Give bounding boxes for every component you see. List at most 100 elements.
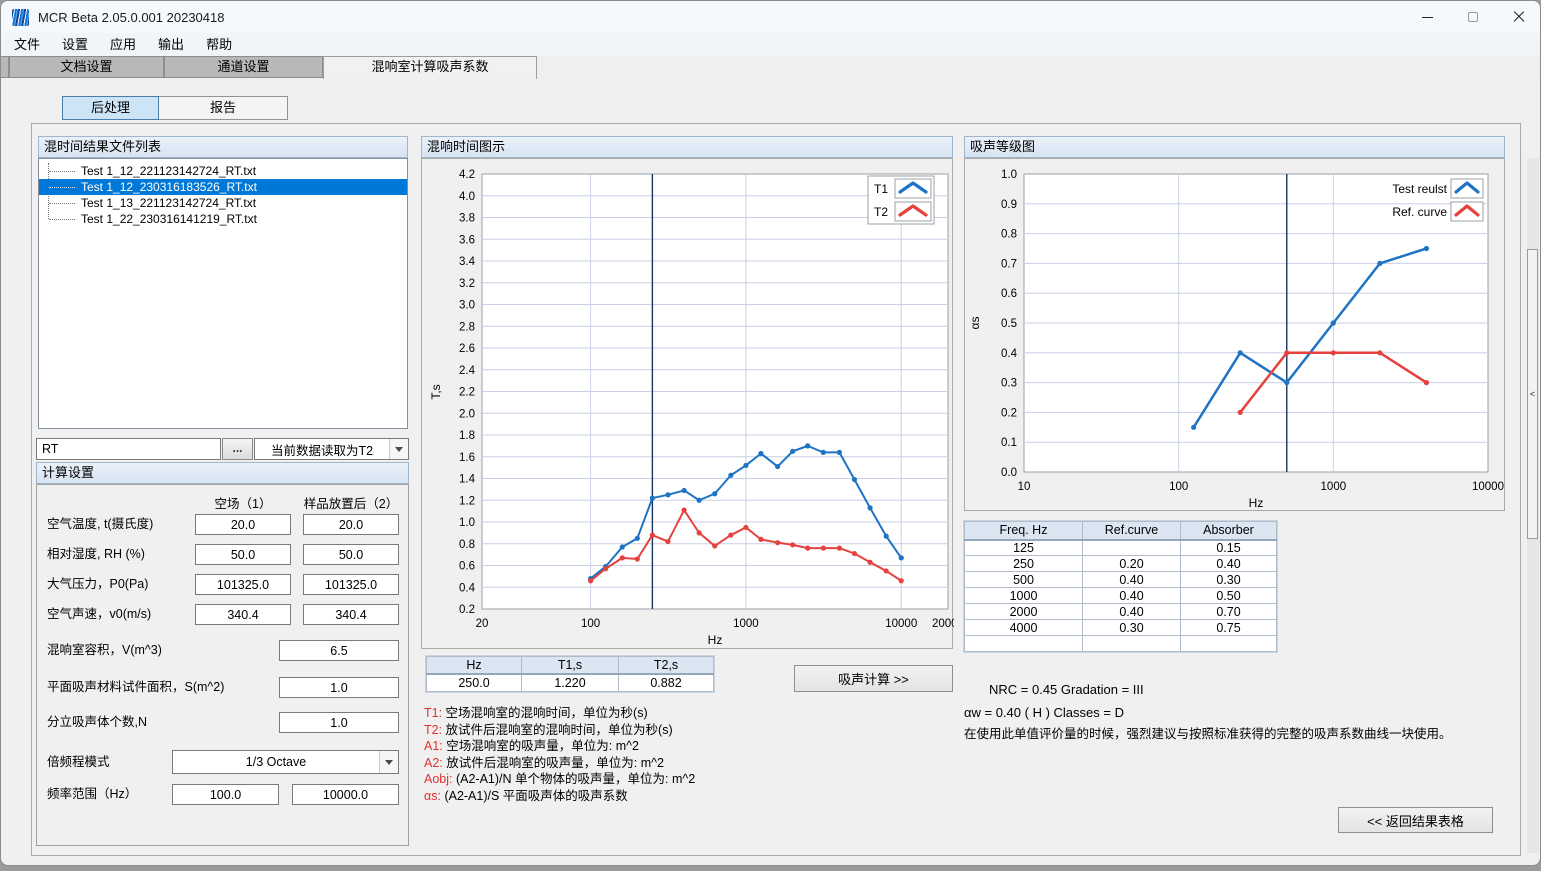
tree-branch-icon	[49, 187, 75, 188]
back-to-results-button[interactable]: << 返回结果表格	[1338, 807, 1493, 833]
subtab-2[interactable]: 报告	[158, 96, 288, 120]
svg-text:T,s: T,s	[429, 384, 443, 399]
svg-text:10: 10	[1018, 481, 1031, 493]
note-line: A1: 空场混响室的吸声量，单位为: m^2	[424, 738, 695, 755]
svg-text:1.6: 1.6	[459, 452, 475, 464]
table-row: 5000.400.30	[965, 572, 1277, 588]
app-window: MCR Beta 2.05.0.001 20230418 文件设置应用输出帮助 …	[0, 0, 1541, 866]
menu-item-4[interactable]: 输出	[147, 33, 195, 56]
tab-3[interactable]: 混响室计算吸声系数	[323, 56, 537, 79]
maximize-button[interactable]	[1450, 1, 1496, 33]
menu-item-3[interactable]: 应用	[99, 33, 147, 56]
file-list-item[interactable]: Test 1_12_221123142724_RT.txt	[39, 163, 407, 179]
calc-input[interactable]	[195, 574, 291, 595]
minimize-button[interactable]	[1404, 1, 1450, 33]
svg-text:20: 20	[476, 618, 489, 630]
calc-input[interactable]	[279, 640, 399, 661]
table-cell	[1083, 540, 1181, 556]
maximize-icon	[1468, 12, 1478, 22]
svg-text:3.0: 3.0	[459, 300, 475, 312]
collapse-panel-button[interactable]: <	[1527, 249, 1538, 539]
tab-bar: 文档设置通道设置混响室计算吸声系数	[1, 56, 1541, 79]
svg-text:3.2: 3.2	[459, 278, 475, 290]
svg-text:3.8: 3.8	[459, 213, 475, 225]
subtab-1[interactable]: 后处理	[62, 96, 159, 120]
menu-item-1[interactable]: 文件	[3, 33, 51, 56]
menu-item-2[interactable]: 设置	[51, 33, 99, 56]
svg-text:3.6: 3.6	[459, 234, 475, 246]
calc-input[interactable]	[195, 544, 291, 565]
svg-text:1.2: 1.2	[459, 495, 475, 507]
tab-stub	[1, 56, 9, 78]
calc-input[interactable]	[303, 604, 399, 625]
svg-text:1.0: 1.0	[459, 517, 475, 529]
calc-input[interactable]	[303, 544, 399, 565]
svg-text:1.8: 1.8	[459, 430, 475, 442]
table-cell: 0.70	[1181, 604, 1277, 620]
svg-text:Ref. curve: Ref. curve	[1392, 205, 1447, 219]
calc-input[interactable]	[279, 712, 399, 733]
calc-input[interactable]	[195, 604, 291, 625]
table-cell: 250.0	[427, 674, 522, 692]
absorption-grade-chart: 0.00.10.20.30.40.50.60.70.80.91.01010010…	[964, 158, 1505, 511]
calc-row-label: 大气压力，P0(Pa)	[47, 574, 148, 595]
alpha-w-result-line: αw = 0.40 ( H ) Classes = D	[964, 705, 1124, 720]
svg-text:1.0: 1.0	[1001, 169, 1017, 181]
file-list-item[interactable]: Test 1_12_230316183526_RT.txt	[39, 179, 407, 195]
svg-text:0.4: 0.4	[459, 582, 476, 594]
menu-item-5[interactable]: 帮助	[195, 33, 243, 56]
rt-chart-panel-title: 混响时间图示	[421, 136, 953, 158]
table-row: 250.01.2200.882	[427, 674, 714, 692]
freq-max-input[interactable]	[292, 784, 399, 805]
svg-text:0.3: 0.3	[1001, 378, 1017, 390]
svg-text:Hz: Hz	[708, 633, 723, 647]
calc-input[interactable]	[279, 677, 399, 698]
table-cell: 1000	[965, 588, 1083, 604]
freq-min-input[interactable]	[172, 784, 279, 805]
chevron-down-icon	[389, 439, 408, 459]
calc-row-label: 空气温度, t(摄氏度)	[47, 514, 153, 535]
table-cell: 0.40	[1083, 572, 1181, 588]
svg-text:2.8: 2.8	[459, 321, 475, 333]
chevron-left-icon: <	[1530, 389, 1535, 399]
table-row: 40000.300.75	[965, 620, 1277, 636]
calc-input[interactable]	[195, 514, 291, 535]
table-header: Absorber	[1181, 522, 1277, 540]
file-list-item[interactable]: Test 1_13_221123142724_RT.txt	[39, 195, 407, 211]
note-line: Aobj: (A2-A1)/N 单个物体的吸声量，单位为: m^2	[424, 771, 695, 788]
file-list-item[interactable]: Test 1_22_230316141219_RT.txt	[39, 211, 407, 227]
tab-2[interactable]: 通道设置	[164, 56, 323, 78]
result-name-input[interactable]	[36, 438, 221, 460]
octave-mode-select[interactable]: 1/3 Octave	[172, 750, 399, 774]
table-cell: 0.40	[1181, 556, 1277, 572]
calc-row-label: 分立吸声体个数,N	[47, 712, 147, 733]
svg-text:100: 100	[581, 618, 600, 630]
svg-text:0.7: 0.7	[1001, 258, 1017, 270]
table-header: T2,s	[619, 657, 714, 674]
tab-1[interactable]: 文档设置	[9, 56, 164, 78]
file-list-panel-title: 混时间结果文件列表	[38, 136, 408, 158]
calc-settings-form: 空场（1） 样品放置后（2） 倍频程模式 1/3 Octave 频率范围（Hz）…	[36, 484, 409, 846]
svg-text:0.8: 0.8	[459, 539, 475, 551]
browse-button[interactable]: ...	[222, 438, 253, 460]
absorption-grade-table: Freq. HzRef.curveAbsorber1250.152500.200…	[964, 521, 1277, 652]
calc-input[interactable]	[303, 514, 399, 535]
calc-input[interactable]	[303, 574, 399, 595]
table-header: Freq. Hz	[965, 522, 1083, 540]
table-cell	[1083, 636, 1181, 652]
data-source-value: 当前数据读取为T2	[255, 440, 389, 459]
calc-row-label: 混响室容积，V(m^3)	[47, 640, 162, 661]
table-cell: 0.30	[1181, 572, 1277, 588]
absorption-calc-button[interactable]: 吸声计算 >>	[794, 665, 953, 692]
close-button[interactable]	[1496, 1, 1541, 33]
grade-chart-panel-title: 吸声等级图	[964, 136, 1505, 158]
svg-text:0.9: 0.9	[1001, 199, 1017, 211]
window-title: MCR Beta 2.05.0.001 20230418	[38, 10, 224, 25]
tree-branch-icon	[49, 171, 75, 172]
svg-text:0.0: 0.0	[1001, 467, 1017, 479]
chevron-down-icon	[379, 751, 398, 773]
data-source-select[interactable]: 当前数据读取为T2	[254, 438, 409, 460]
svg-text:20000: 20000	[932, 618, 954, 630]
svg-text:10000: 10000	[1472, 481, 1504, 493]
svg-text:0.2: 0.2	[1001, 407, 1017, 419]
